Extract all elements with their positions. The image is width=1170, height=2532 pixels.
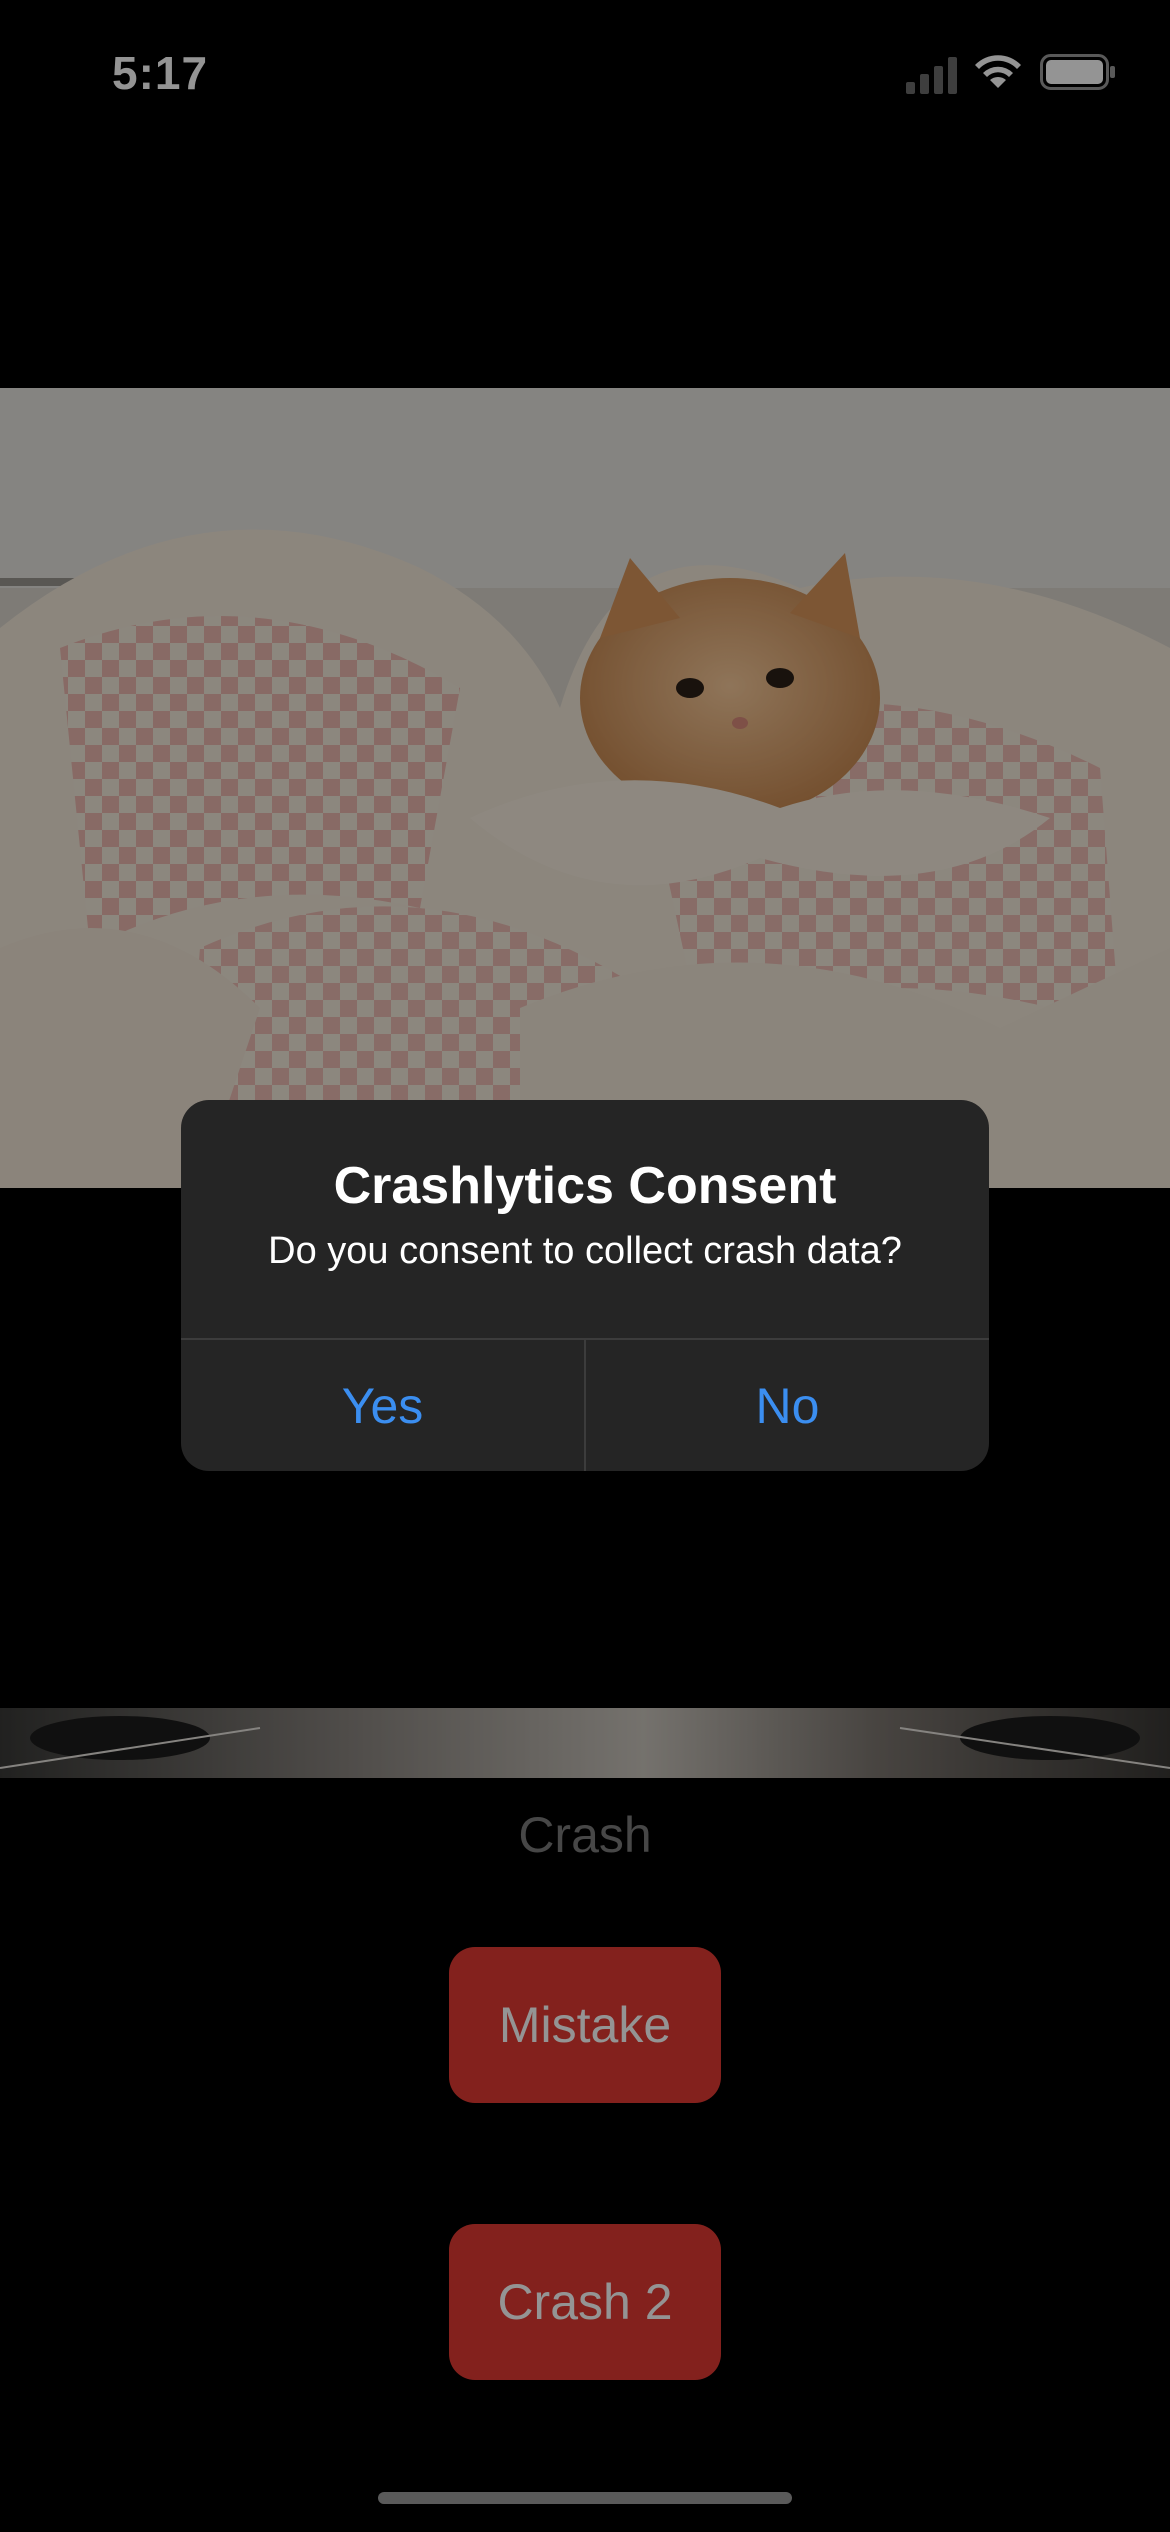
alert-title: Crashlytics Consent [333,1157,837,1215]
crashlytics-consent-alert: Crashlytics Consent Do you consent to co… [181,1100,989,1471]
home-indicator[interactable] [378,2492,792,2504]
alert-message: Do you consent to collect crash data? [268,1230,902,1272]
yes-button[interactable]: Yes [181,1340,584,1471]
no-button[interactable]: No [586,1340,989,1471]
